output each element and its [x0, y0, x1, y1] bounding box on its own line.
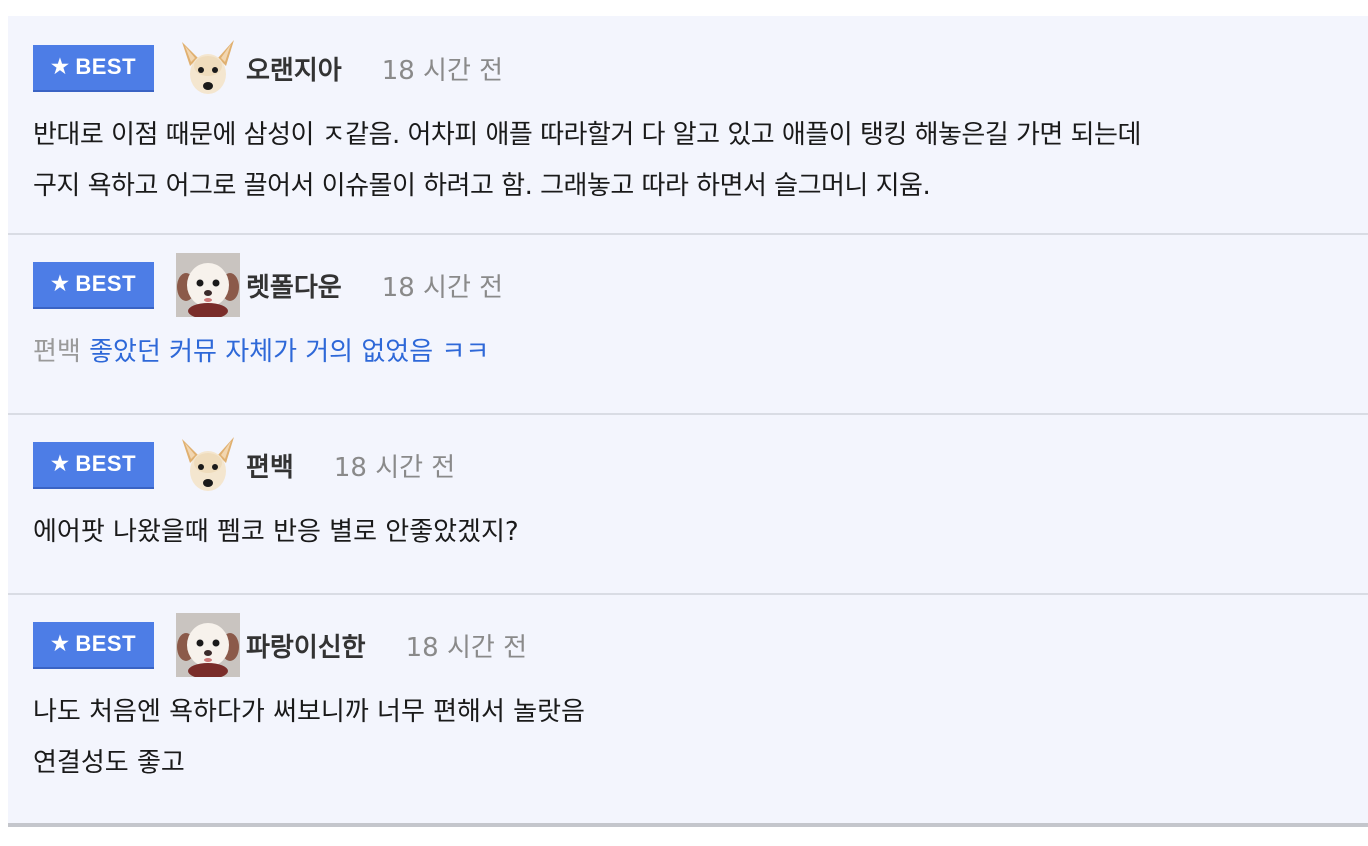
- timestamp: 18 시간 전: [381, 55, 504, 86]
- comment-text: 반대로 이점 때문에 삼성이 ㅈ같음. 어차피 애플 따라할거 다 알고 있고 …: [33, 110, 1358, 212]
- timestamp: 18 시간 전: [381, 272, 504, 303]
- comment-item: ★ BEST 파랑이신한 18 시간 전 나도 처음엔 욕하다가 써보니까 너무…: [8, 595, 1368, 827]
- nickname[interactable]: 편백: [246, 447, 294, 484]
- star-icon: ★: [50, 633, 70, 655]
- comment-meta: ★ BEST 오랜지아 18 시간 전: [33, 36, 503, 100]
- best-badge: ★ BEST: [33, 441, 154, 489]
- best-label: BEST: [75, 631, 137, 656]
- best-badge: ★ BEST: [33, 261, 154, 309]
- comment-item: ★ BEST 편백 18 시간 전 에어팟 나왔을때 펨코 반응 별로 안좋았겠…: [8, 415, 1368, 595]
- timestamp: 18 시간 전: [333, 452, 456, 483]
- comment-list: ★ BEST 오랜지아 18 시간 전 반대로 이점 때문에 삼성이 ㅈ같음. …: [8, 16, 1368, 827]
- nickname[interactable]: 오랜지아: [246, 50, 342, 87]
- best-label: BEST: [75, 451, 137, 476]
- timestamp: 18 시간 전: [405, 632, 527, 663]
- nickname[interactable]: 렛폴다운: [246, 267, 342, 304]
- comment-meta: ★ BEST 편백 18 시간 전: [33, 433, 455, 497]
- puppy-avatar[interactable]: [176, 253, 240, 317]
- chihuahua-avatar[interactable]: [176, 433, 240, 497]
- comment-line: 연결성도 좋고: [33, 748, 185, 778]
- reply-target[interactable]: 편백: [33, 337, 81, 367]
- nickname[interactable]: 파랑이신한: [246, 627, 366, 664]
- best-badge: ★ BEST: [33, 621, 154, 669]
- comment-line: 구지 욕하고 어그로 끌어서 이슈몰이 하려고 함. 그래놓고 따라 하면서 슬…: [33, 171, 931, 201]
- comment-item: ★ BEST 오랜지아 18 시간 전 반대로 이점 때문에 삼성이 ㅈ같음. …: [8, 16, 1368, 235]
- comment-text: 나도 처음엔 욕하다가 써보니까 너무 편해서 놀랏음 연결성도 좋고: [33, 687, 1358, 789]
- chihuahua-avatar[interactable]: [176, 36, 240, 100]
- comment-text: 편백 좋았던 커뮤 자체가 거의 없었음 ㅋㅋ: [33, 327, 1358, 378]
- star-icon: ★: [50, 56, 70, 78]
- comment-text: 에어팟 나왔을때 펨코 반응 별로 안좋았겠지?: [33, 507, 1358, 558]
- comment-meta: ★ BEST 파랑이신한 18 시간 전: [33, 613, 527, 677]
- reply-body: 좋았던 커뮤 자체가 거의 없었음 ㅋㅋ: [89, 337, 490, 367]
- comment-meta: ★ BEST 렛폴다운 18 시간 전: [33, 253, 503, 317]
- comment-line: 나도 처음엔 욕하다가 써보니까 너무 편해서 놀랏음: [33, 697, 585, 727]
- comment-line: 에어팟 나왔을때 펨코 반응 별로 안좋았겠지?: [33, 517, 519, 547]
- best-badge: ★ BEST: [33, 44, 154, 92]
- star-icon: ★: [50, 273, 70, 295]
- puppy-avatar[interactable]: [176, 613, 240, 677]
- comment-line: 반대로 이점 때문에 삼성이 ㅈ같음. 어차피 애플 따라할거 다 알고 있고 …: [33, 120, 1141, 150]
- comment-item: ★ BEST 렛폴다운 18 시간 전 편백 좋았던 커뮤 자체가 거의 없었음…: [8, 235, 1368, 415]
- star-icon: ★: [50, 453, 70, 475]
- best-label: BEST: [75, 54, 137, 79]
- best-label: BEST: [75, 271, 137, 296]
